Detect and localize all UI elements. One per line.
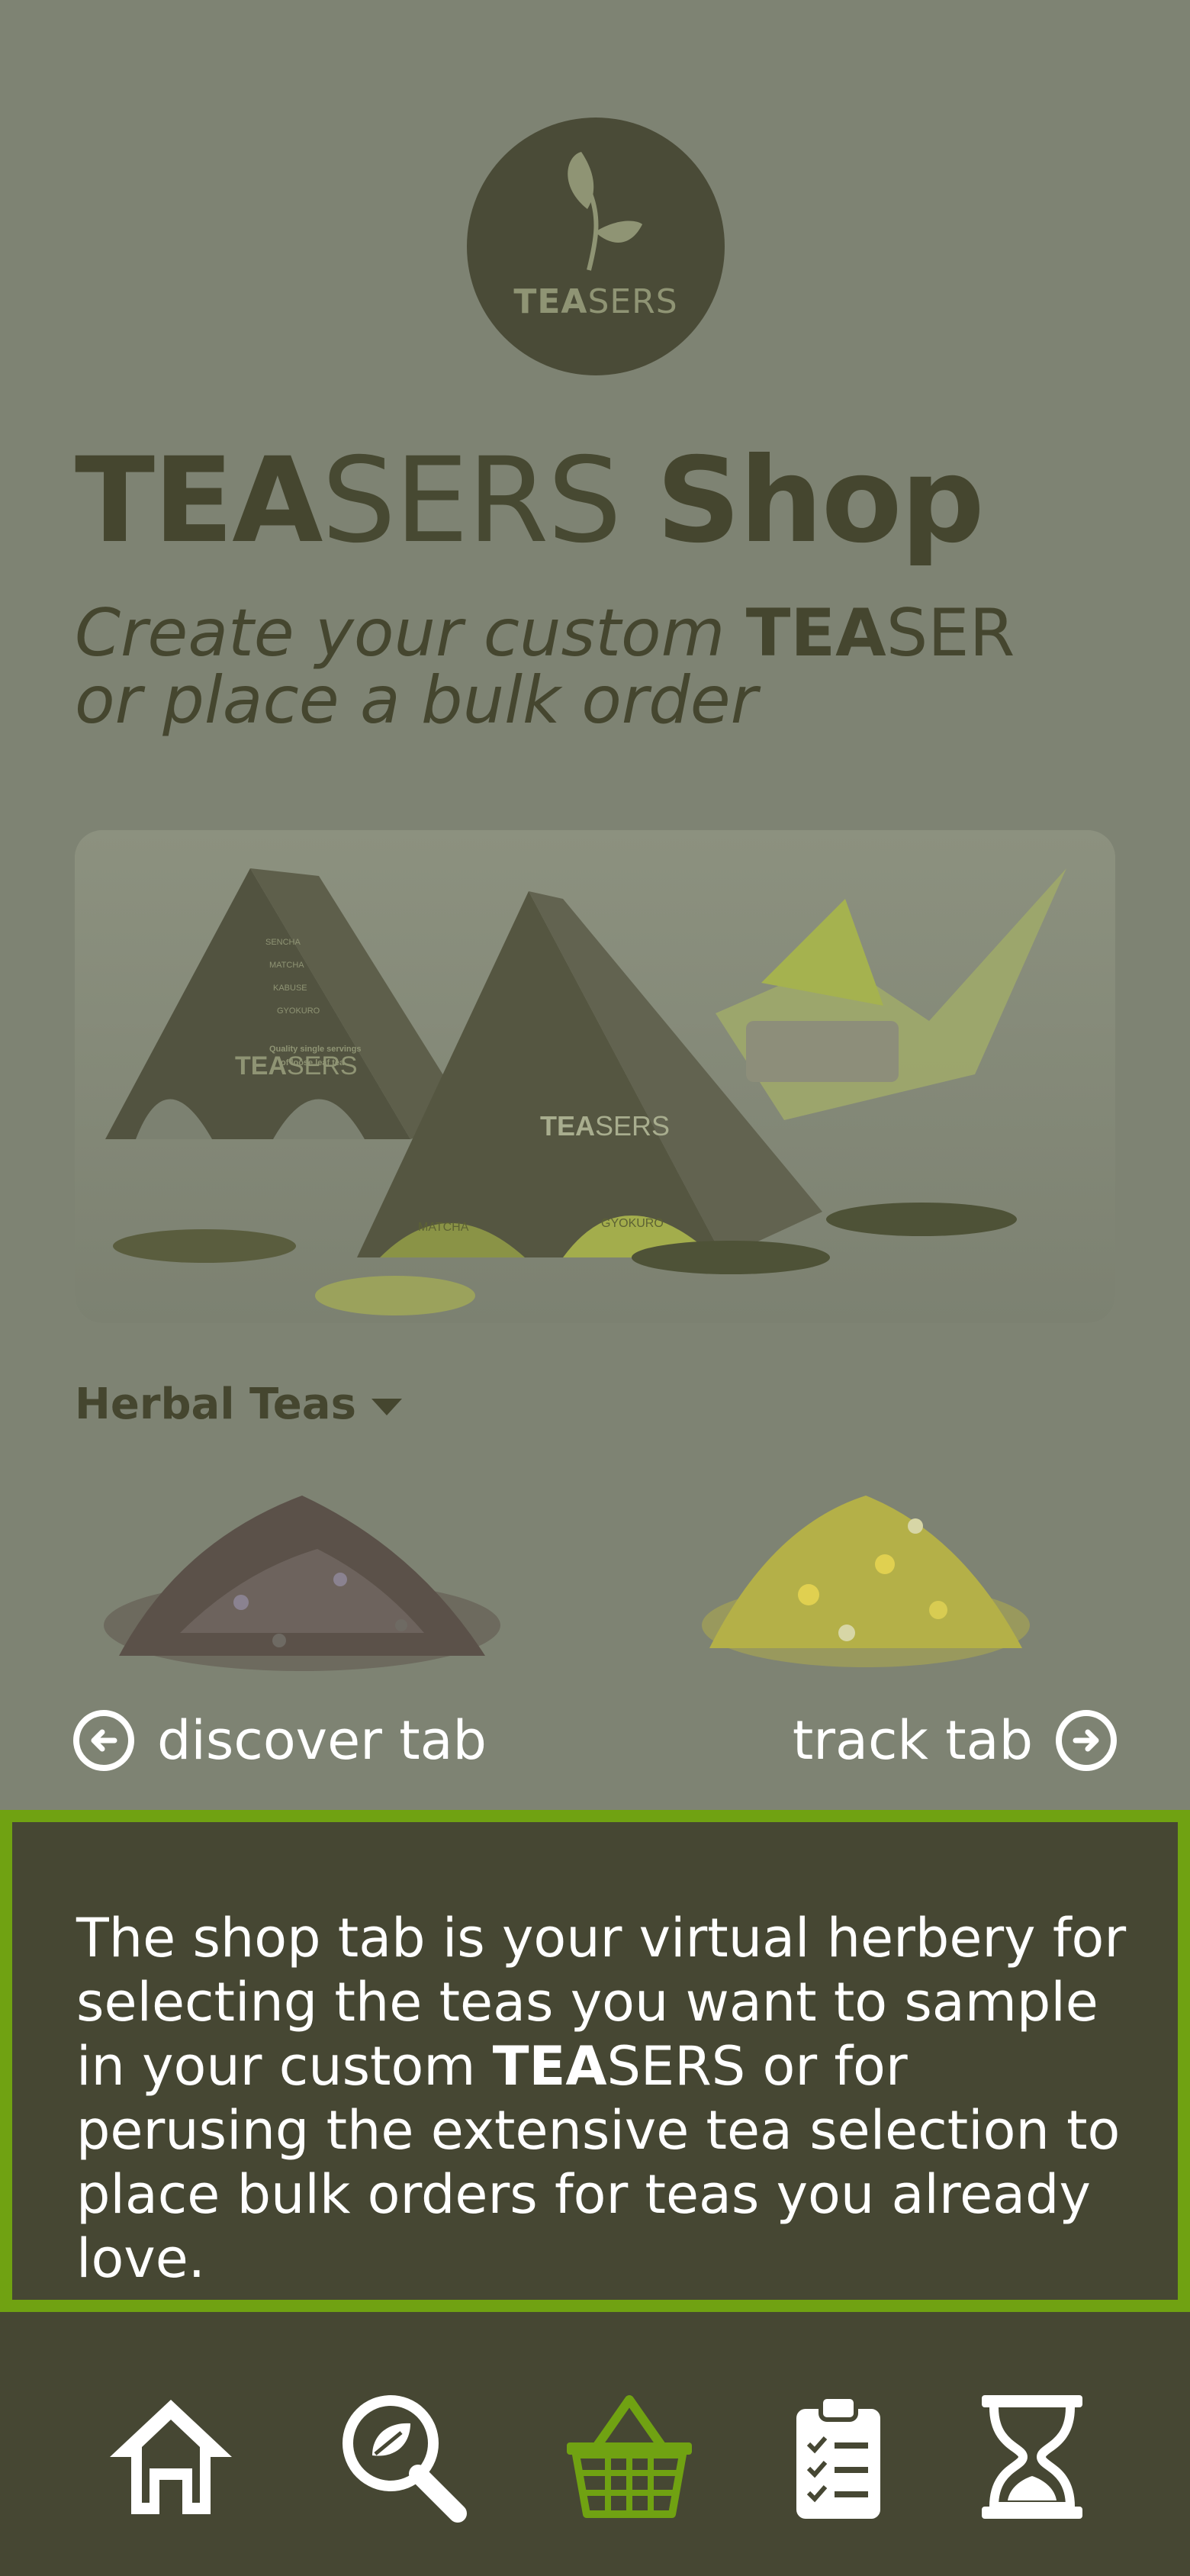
title-shop: Shop — [656, 433, 985, 569]
bottom-tab-bar — [0, 2312, 1190, 2576]
arrow-left-circle-icon — [73, 1710, 134, 1771]
box-line-4: GYOKURO — [277, 1006, 320, 1016]
box-center-label: MATCHA — [418, 1221, 469, 1234]
subtitle-prefix: Create your custom — [75, 595, 746, 671]
page-title: TEASERS Shop — [75, 443, 985, 560]
logo-text: TEASERS — [467, 282, 725, 321]
search-leaf-icon — [343, 2395, 467, 2523]
discover-tab-link[interactable]: discover tab — [73, 1706, 487, 1775]
box-line-1: SENCHA — [265, 938, 301, 947]
clipboard-icon — [796, 2394, 880, 2519]
page-subtitle: Create your custom TEASER or place a bul… — [75, 600, 1127, 734]
tea-item-chamomile[interactable] — [694, 1480, 1037, 1686]
tab-home[interactable] — [95, 2381, 247, 2533]
leaf-icon — [568, 152, 642, 271]
home-icon — [110, 2400, 232, 2514]
subtitle-suffix: or place a bulk order — [75, 662, 758, 739]
callout-text: The shop tab is your virtual herbery for… — [76, 1906, 1144, 2291]
hero-image: TEASERS TEASERS MATCHA GYOKURO SENCHA MA… — [75, 830, 1115, 1323]
tab-shop[interactable] — [553, 2381, 706, 2533]
box-right-label: GYOKURO — [601, 1217, 664, 1230]
tab-history[interactable] — [956, 2381, 1108, 2533]
track-tab-label: track tab — [792, 1709, 1033, 1772]
category-dropdown[interactable]: Herbal Teas — [75, 1380, 402, 1429]
arrow-right-circle-icon — [1056, 1710, 1117, 1771]
logo-brand-light: SERS — [587, 282, 678, 321]
discover-tab-label: discover tab — [157, 1709, 487, 1772]
callout-brand-bold: TEA — [492, 2035, 607, 2098]
box-brand-center: TEASERS — [540, 1110, 670, 1141]
shop-tab-callout: The shop tab is your virtual herbery for… — [0, 1810, 1190, 2312]
tab-track[interactable] — [762, 2381, 915, 2533]
logo-brand-bold: TEA — [513, 282, 588, 321]
callout-brand-light: SERS — [606, 2035, 746, 2098]
title-brand-bold: TEA — [75, 433, 323, 569]
title-brand-light: SERS — [321, 433, 622, 569]
box-line-2: MATCHA — [269, 961, 304, 970]
subtitle-brand-bold: TEA — [745, 595, 886, 671]
category-selected-label: Herbal Teas — [75, 1380, 356, 1429]
chevron-down-icon — [371, 1398, 402, 1415]
box-line-3: KABUSE — [273, 984, 307, 993]
tea-item-lavender[interactable] — [88, 1480, 516, 1686]
basket-icon — [567, 2395, 692, 2518]
hourglass-icon — [982, 2395, 1082, 2519]
subtitle-brand-light: SER — [886, 595, 1015, 671]
track-tab-link[interactable]: track tab — [793, 1706, 1117, 1775]
tab-discover[interactable] — [328, 2381, 481, 2533]
box-line-6: of loose leaf tea — [281, 1058, 345, 1067]
box-line-5: Quality single servings — [269, 1045, 361, 1054]
brand-logo: TEASERS — [467, 118, 725, 375]
